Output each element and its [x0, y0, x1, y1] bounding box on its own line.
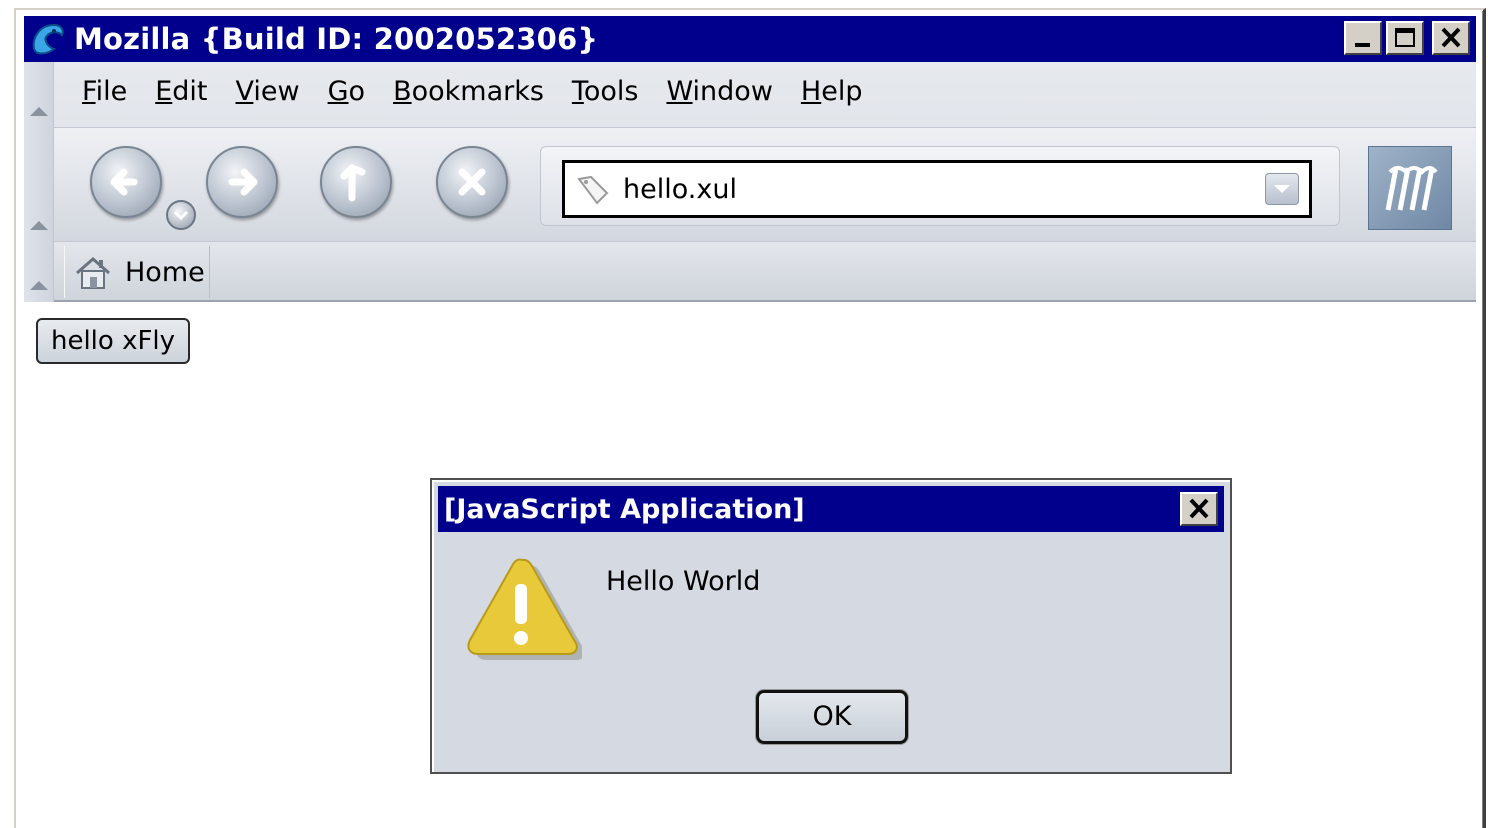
- menu-item-edit[interactable]: Edit: [141, 74, 221, 110]
- back-icon: [110, 168, 138, 196]
- warning-icon: [467, 558, 582, 660]
- menu-label-rest: o: [348, 76, 366, 107]
- back-button[interactable]: [90, 146, 162, 218]
- mozilla-logo-icon: [1385, 166, 1438, 211]
- url-history-dropdown[interactable]: [1265, 173, 1299, 205]
- minimize-icon: [1355, 43, 1370, 47]
- menu-label-rest: iew: [253, 76, 300, 107]
- menu-accelerator: H: [800, 76, 822, 107]
- maximize-icon: [1395, 28, 1415, 47]
- url-input[interactable]: hello.xul: [562, 160, 1312, 218]
- personalbar-grippy[interactable]: [24, 242, 54, 302]
- close-button[interactable]: [1432, 21, 1470, 55]
- home-button[interactable]: Home: [64, 246, 210, 298]
- menu-accelerator: G: [327, 76, 349, 107]
- menubar-grippy[interactable]: [24, 62, 54, 128]
- menu-bar: File Edit View Go Bookmarks Tools Window Help: [24, 62, 1476, 128]
- menu-label-rest: ile: [95, 76, 128, 107]
- chevron-down-icon: [1274, 185, 1290, 193]
- dialog-title: [JavaScript Application]: [444, 493, 805, 525]
- title-bar[interactable]: Mozilla {Build ID: 2002052306}: [24, 16, 1476, 62]
- collapse-triangle-icon: [30, 281, 48, 290]
- chevron-down-icon: [173, 210, 189, 221]
- menu-label-rest: dit: [172, 76, 208, 107]
- close-icon: [1189, 498, 1209, 519]
- collapse-triangle-icon: [30, 221, 48, 230]
- menu-label-rest: ookmarks: [411, 76, 544, 107]
- collapse-triangle-icon: [30, 107, 48, 116]
- maximize-button[interactable]: [1386, 21, 1424, 55]
- close-icon: [1441, 27, 1461, 48]
- personal-toolbar: Home: [24, 242, 1476, 302]
- window-title: Mozilla {Build ID: 2002052306}: [74, 22, 599, 56]
- menu-item-view[interactable]: View: [222, 74, 314, 110]
- navbar-grippy[interactable]: [24, 128, 54, 242]
- menu-accelerator: F: [82, 76, 96, 107]
- home-icon: [76, 257, 110, 289]
- menu-items: File Edit View Go Bookmarks Tools Window Help: [68, 74, 876, 110]
- reload-button[interactable]: [320, 146, 392, 218]
- menu-item-window[interactable]: Window: [652, 74, 786, 110]
- hello-xfly-button[interactable]: hello xFly: [36, 318, 190, 364]
- menu-item-bookmarks[interactable]: Bookmarks: [379, 74, 558, 110]
- menu-item-file[interactable]: File: [68, 74, 141, 110]
- menu-label-rest: indow: [692, 76, 773, 107]
- menu-item-help[interactable]: Help: [787, 74, 877, 110]
- back-dropdown-button[interactable]: [166, 200, 196, 230]
- dialog-close-button[interactable]: [1180, 492, 1218, 526]
- stop-icon: [458, 168, 486, 196]
- menu-item-tools[interactable]: Tools: [558, 74, 653, 110]
- throbber[interactable]: [1368, 146, 1452, 230]
- browser-chrome: File Edit View Go Bookmarks Tools Window Help: [24, 62, 1476, 302]
- navigation-toolbar: hello.xul: [24, 128, 1476, 242]
- menu-accelerator: T: [571, 76, 584, 107]
- alert-dialog: [JavaScript Application] Hello World OK: [430, 478, 1232, 774]
- forward-icon: [228, 168, 258, 196]
- home-label: Home: [125, 256, 205, 288]
- reload-icon: [340, 164, 366, 202]
- page-proxy-icon: [577, 175, 609, 205]
- menu-accelerator: V: [235, 76, 254, 107]
- dialog-message: Hello World: [606, 566, 761, 597]
- menu-accelerator: E: [155, 76, 173, 107]
- menu-label-rest: ools: [583, 76, 639, 107]
- mozilla-app-icon: [32, 23, 64, 55]
- minimize-button[interactable]: [1344, 21, 1382, 55]
- forward-button[interactable]: [206, 146, 278, 218]
- dialog-title-bar[interactable]: [JavaScript Application]: [438, 486, 1224, 532]
- menu-accelerator: B: [393, 76, 412, 107]
- menu-item-go[interactable]: Go: [314, 74, 379, 110]
- ok-button[interactable]: OK: [756, 690, 908, 744]
- url-text: hello.xul: [623, 173, 737, 205]
- menu-label-rest: elp: [821, 76, 863, 107]
- menu-accelerator: W: [666, 76, 693, 107]
- stop-button[interactable]: [436, 146, 508, 218]
